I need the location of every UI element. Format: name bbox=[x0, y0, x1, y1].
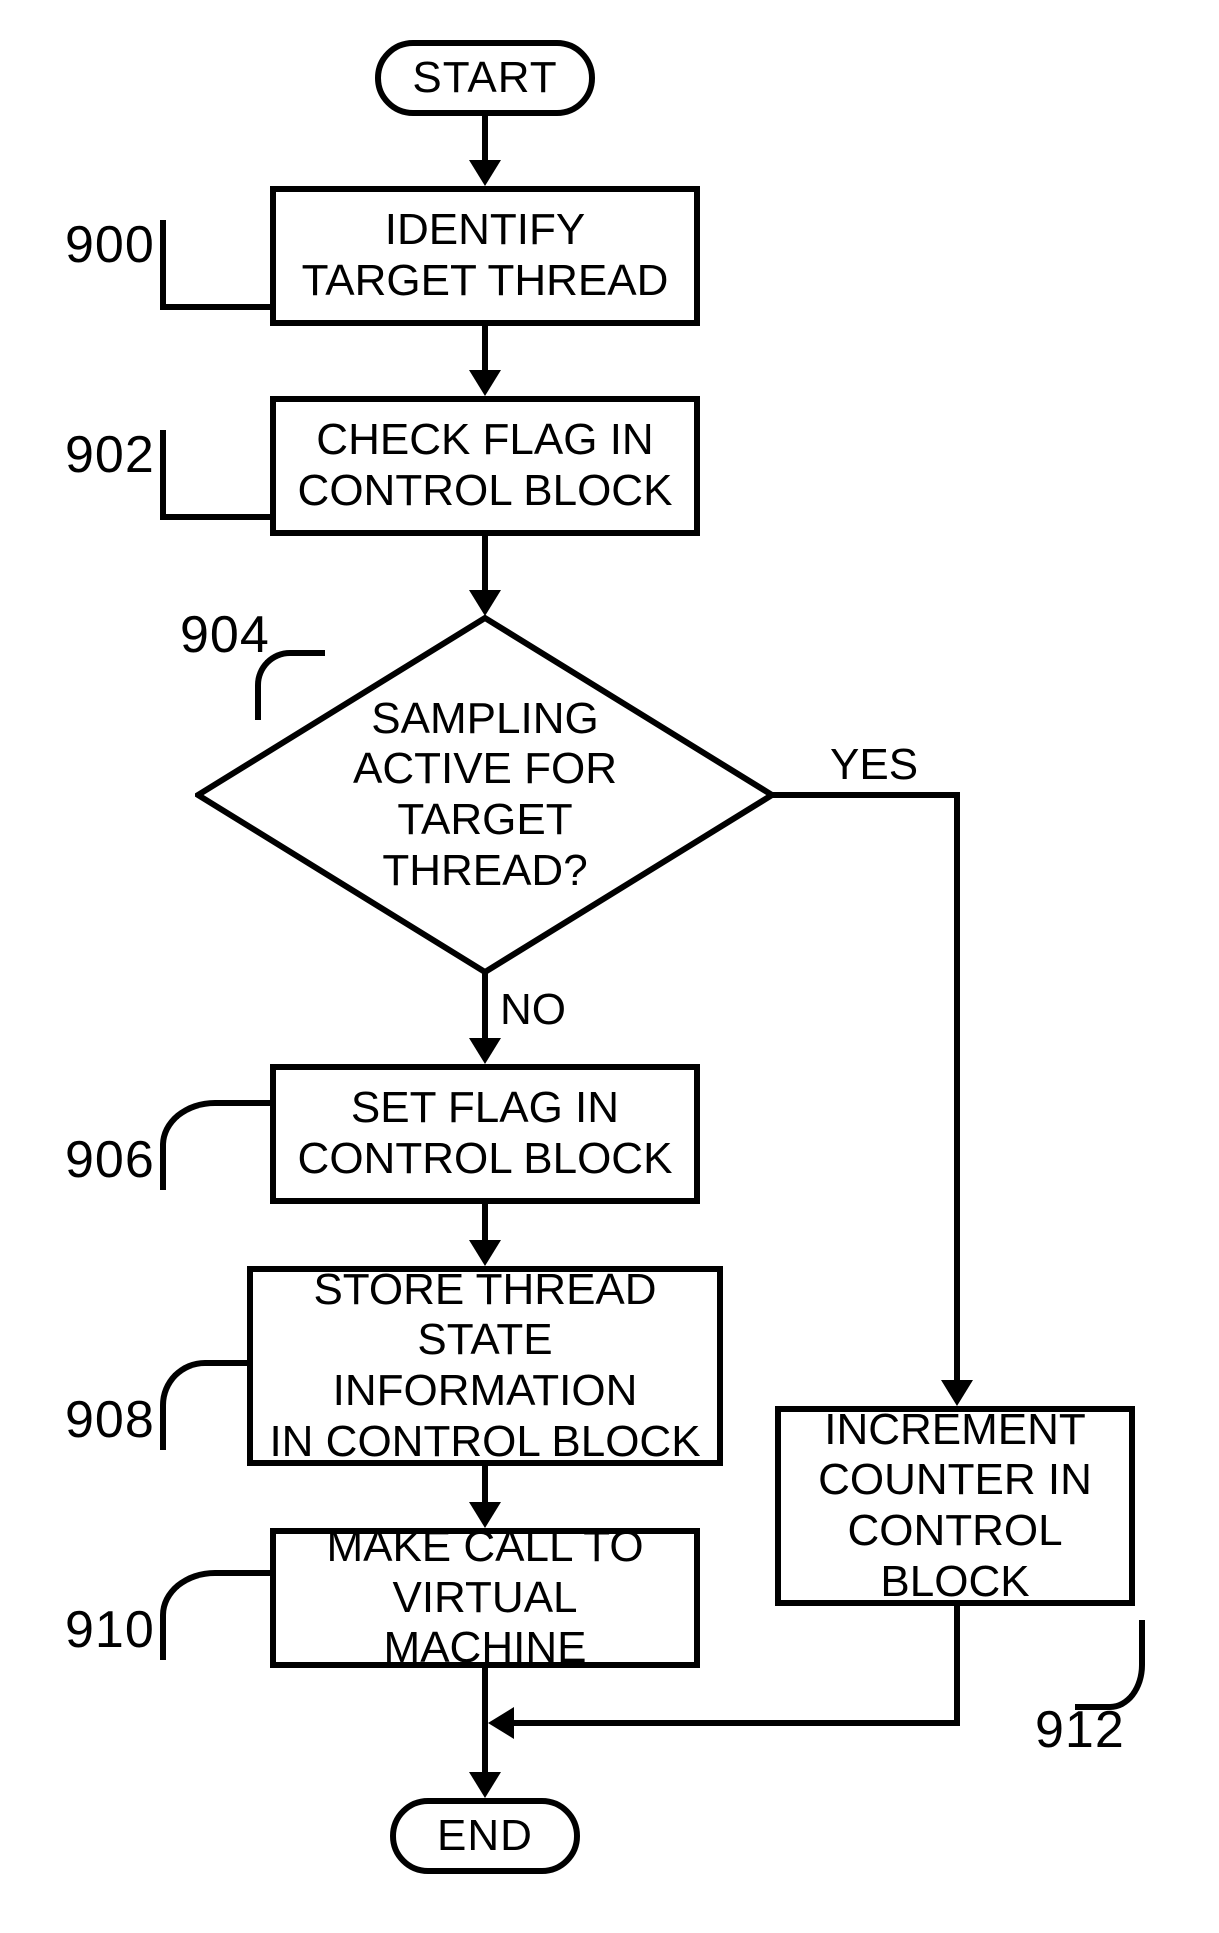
leader-curve bbox=[160, 1100, 270, 1190]
process-label: INCREMENT COUNTER IN CONTROL BLOCK bbox=[797, 1405, 1113, 1607]
process-identify-target-thread: IDENTIFY TARGET THREAD bbox=[270, 186, 700, 326]
arrow-head bbox=[469, 160, 501, 186]
leader-curve bbox=[160, 430, 270, 520]
edge-label-yes: YES bbox=[830, 740, 918, 790]
process-store-thread-state: STORE THREAD STATE INFORMATION IN CONTRO… bbox=[247, 1266, 723, 1466]
ref-label-908: 908 bbox=[65, 1390, 155, 1450]
ref-label-910: 910 bbox=[65, 1600, 155, 1660]
arrow-line bbox=[510, 1720, 960, 1726]
arrow-line bbox=[482, 536, 488, 596]
leader-curve bbox=[160, 1570, 270, 1660]
terminal-end: END bbox=[390, 1798, 580, 1874]
arrow-line bbox=[482, 972, 488, 1044]
arrow-line bbox=[772, 792, 960, 798]
terminal-start: START bbox=[375, 40, 595, 116]
arrow-head bbox=[941, 1380, 973, 1406]
process-label: IDENTIFY TARGET THREAD bbox=[302, 205, 669, 306]
terminal-start-label: START bbox=[412, 53, 557, 103]
decision-label: SAMPLING ACTIVE FOR TARGET THREAD? bbox=[285, 694, 685, 896]
arrow-head bbox=[469, 1772, 501, 1798]
edge-label-no: NO bbox=[500, 985, 566, 1035]
leader-curve bbox=[255, 650, 325, 720]
process-increment-counter: INCREMENT COUNTER IN CONTROL BLOCK bbox=[775, 1406, 1135, 1606]
process-label: SET FLAG IN CONTROL BLOCK bbox=[298, 1083, 673, 1184]
leader-curve bbox=[160, 1360, 250, 1450]
arrow-line bbox=[954, 792, 960, 1386]
process-label: STORE THREAD STATE INFORMATION IN CONTRO… bbox=[269, 1265, 701, 1467]
arrow-head bbox=[469, 590, 501, 616]
ref-label-900: 900 bbox=[65, 215, 155, 275]
arrow-head bbox=[469, 1240, 501, 1266]
process-check-flag: CHECK FLAG IN CONTROL BLOCK bbox=[270, 396, 700, 536]
terminal-end-label: END bbox=[437, 1811, 533, 1861]
ref-label-902: 902 bbox=[65, 425, 155, 485]
process-set-flag: SET FLAG IN CONTROL BLOCK bbox=[270, 1064, 700, 1204]
arrow-line bbox=[954, 1606, 960, 1726]
leader-curve bbox=[1075, 1620, 1145, 1710]
ref-label-906: 906 bbox=[65, 1130, 155, 1190]
process-make-call-vm: MAKE CALL TO VIRTUAL MACHINE bbox=[270, 1528, 700, 1668]
ref-label-904: 904 bbox=[180, 605, 270, 665]
flowchart-canvas: START IDENTIFY TARGET THREAD 900 CHECK F… bbox=[0, 0, 1219, 1933]
arrow-line bbox=[482, 1668, 488, 1778]
arrow-line bbox=[482, 116, 488, 166]
arrow-head bbox=[488, 1707, 514, 1739]
arrow-line bbox=[482, 326, 488, 376]
arrow-head bbox=[469, 1038, 501, 1064]
arrow-head bbox=[469, 370, 501, 396]
process-label: CHECK FLAG IN CONTROL BLOCK bbox=[298, 415, 673, 516]
process-label: MAKE CALL TO VIRTUAL MACHINE bbox=[292, 1522, 678, 1674]
leader-curve bbox=[160, 220, 270, 310]
